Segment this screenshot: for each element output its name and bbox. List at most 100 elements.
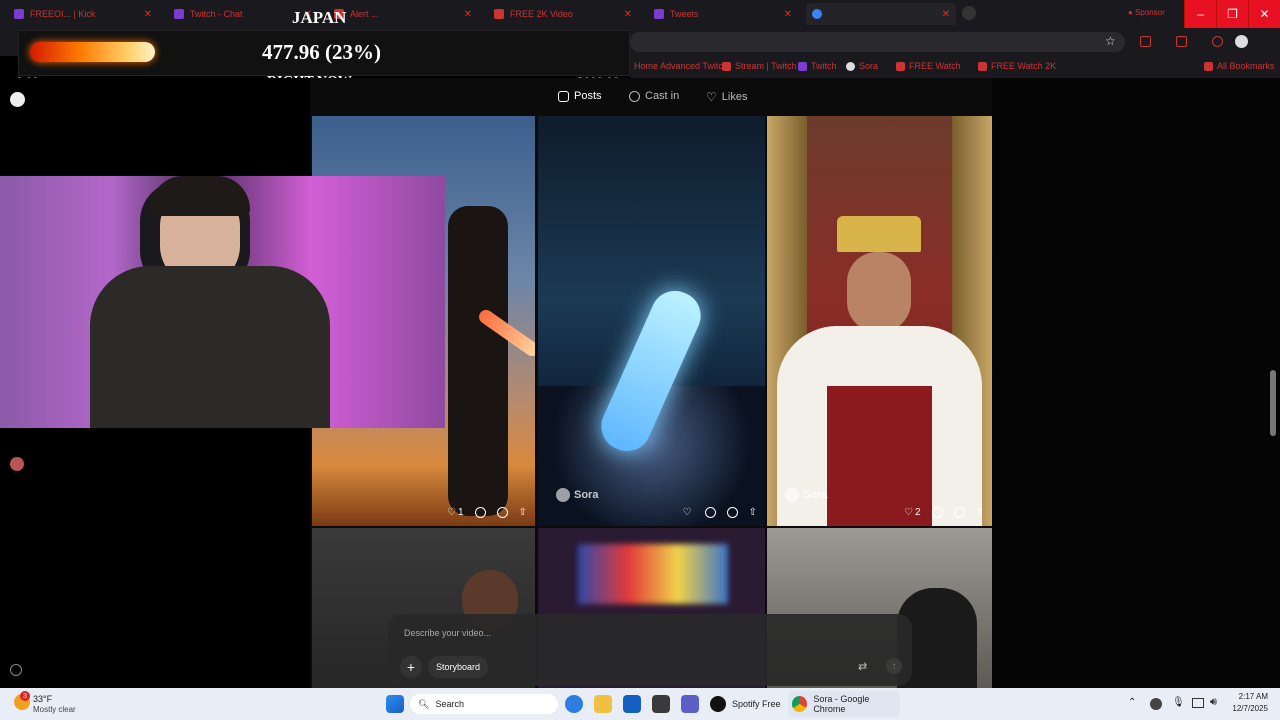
restore-icon[interactable]: ❐ <box>1216 0 1248 28</box>
video-thumbnail-pixel <box>578 544 728 604</box>
close-tab-icon[interactable]: ✕ <box>942 9 950 20</box>
tab-label: Posts <box>574 90 602 102</box>
goal-progress-bar <box>30 42 155 62</box>
cast-in-icon <box>629 90 640 102</box>
tab-label: Cast in <box>645 90 680 102</box>
extension-icon[interactable] <box>1176 36 1187 47</box>
minimize-icon[interactable]: – <box>1184 0 1216 28</box>
like-button[interactable]: ♡ 1 <box>447 507 464 518</box>
chevron-up-icon[interactable]: ⌃ <box>1128 697 1136 708</box>
sponsor-extension[interactable]: ● Sponsor <box>1128 8 1165 17</box>
close-tab-icon[interactable]: ✕ <box>144 9 152 20</box>
settings-icon[interactable] <box>10 664 22 676</box>
taskbar-spotify[interactable]: Spotify Free <box>710 693 781 715</box>
windows-taskbar: 3 33°F Mostly clear 🔍︎ Search Spotify Fr… <box>0 688 1280 720</box>
heart-icon: ♡ <box>706 90 717 104</box>
like-button[interactable]: ♡ <box>683 507 694 518</box>
extension-icon[interactable] <box>1212 36 1223 47</box>
search-icon: 🔍︎ <box>418 698 430 709</box>
tab-label: Alert ... <box>350 9 379 19</box>
posts-icon <box>558 90 569 102</box>
close-window-icon[interactable]: ✕ <box>1248 0 1280 28</box>
bookmark-icon <box>978 61 987 71</box>
bookmark-star-icon[interactable]: ☆ <box>1105 34 1116 48</box>
comment-icon[interactable] <box>931 507 943 518</box>
remix-icon[interactable] <box>496 507 508 518</box>
bookmark-item[interactable]: All Bookmarks <box>1204 61 1275 71</box>
bookmark-icon <box>896 61 905 71</box>
prompt-composer: Describe your video... + Storyboard ⇄ ↑ <box>388 614 912 686</box>
tab-label: Tweets <box>670 9 699 19</box>
store-icon[interactable] <box>652 695 670 713</box>
taskbar-search[interactable]: 🔍︎ Search <box>410 694 558 714</box>
close-tab-icon[interactable]: ✕ <box>784 9 792 20</box>
chrome-label: Sora - Google Chrome <box>813 694 870 714</box>
bookmark-item[interactable]: Twitch <box>798 61 837 71</box>
sora-logo-icon <box>556 488 570 502</box>
scrollbar[interactable] <box>1270 370 1276 436</box>
monitor-icon[interactable] <box>1192 698 1204 708</box>
prompt-input[interactable]: Describe your video... <box>404 628 491 638</box>
share-icon[interactable]: ⇧ <box>749 507 757 518</box>
clock-time[interactable]: 2:17 AM <box>1228 692 1268 701</box>
browser-tab-active[interactable]: ✕ <box>806 3 956 25</box>
tab-posts[interactable]: Posts <box>558 90 602 102</box>
submit-arrow-icon[interactable]: ↑ <box>886 658 902 674</box>
storyboard-button[interactable]: Storyboard <box>428 656 489 678</box>
bookmark-label: All Bookmarks <box>1217 61 1275 71</box>
chrome-icon <box>792 696 808 712</box>
volume-icon[interactable]: 🔊︎ <box>1210 696 1217 709</box>
bookmark-item[interactable]: Sora <box>846 61 878 71</box>
taskbar-chrome[interactable]: Sora - Google Chrome <box>788 691 900 717</box>
bookmark-item[interactable]: FREE Watch <box>896 61 961 71</box>
browser-tab[interactable]: Alert ... ✕ <box>328 3 478 25</box>
add-button[interactable]: + <box>400 656 422 678</box>
sora-logo-icon[interactable] <box>10 92 25 107</box>
new-tab-icon[interactable] <box>962 6 976 20</box>
comment-icon[interactable] <box>704 507 716 518</box>
close-tab-icon[interactable]: ✕ <box>464 9 472 20</box>
video-card[interactable]: Sora ♡ ⇧ <box>538 116 765 526</box>
edge-icon[interactable] <box>565 695 583 713</box>
tray-app-icon[interactable] <box>1150 698 1162 710</box>
watermark-label: Sora <box>574 489 599 501</box>
tab-cast-in[interactable]: Cast in <box>629 90 679 102</box>
extension-icon[interactable] <box>1140 36 1151 47</box>
tab-label: FREE 2K Video <box>510 9 573 19</box>
avatar[interactable] <box>10 457 24 471</box>
share-icon[interactable]: ⇧ <box>976 507 984 518</box>
start-icon[interactable] <box>386 695 404 713</box>
tab-favicon-icon <box>14 9 24 19</box>
tab-label: Likes <box>721 91 748 103</box>
clock-date[interactable]: 12/7/2025 <box>1226 704 1268 713</box>
browser-tab[interactable]: Tweets ✕ <box>648 3 798 25</box>
bookmark-item[interactable]: FREE Watch 2K <box>978 61 1056 71</box>
remix-icon[interactable] <box>953 507 965 518</box>
teams-icon[interactable] <box>681 695 699 713</box>
bookmark-item[interactable]: Stream | Twitch <box>722 61 797 71</box>
remix-icon[interactable] <box>726 507 738 518</box>
outlook-icon[interactable] <box>623 695 641 713</box>
file-explorer-icon[interactable] <box>594 695 612 713</box>
window-controls: – ❐ ✕ <box>1184 0 1280 28</box>
bookmark-icon <box>846 61 855 71</box>
settings-toggle-icon[interactable]: ⇄ <box>858 660 867 673</box>
like-count: 1 <box>458 507 464 518</box>
share-icon[interactable]: ⇧ <box>519 507 527 518</box>
bookmark-label: FREE Watch 2K <box>991 61 1057 71</box>
tab-favicon-icon <box>494 9 504 19</box>
heart-icon: ♡ <box>904 507 914 518</box>
sora-watermark: Sora <box>556 488 598 502</box>
bookmark-item[interactable]: Home Advanced Twitch <box>634 61 728 71</box>
microphone-icon[interactable]: 🎙︎ <box>1172 697 1185 708</box>
heart-icon: ♡ <box>682 507 692 518</box>
address-input[interactable] <box>630 32 1125 52</box>
close-tab-icon[interactable]: ✕ <box>624 9 632 20</box>
browser-tab[interactable]: FREEOI... | Kick ✕ <box>8 3 158 25</box>
profile-avatar[interactable] <box>1235 35 1248 48</box>
browser-tab[interactable]: FREE 2K Video ✕ <box>488 3 638 25</box>
tab-likes[interactable]: ♡ Likes <box>706 90 747 104</box>
like-button[interactable]: ♡ 2 <box>904 507 921 518</box>
video-card[interactable]: Sora ♡ 2 ⇧ <box>767 116 992 526</box>
comment-icon[interactable] <box>474 507 486 518</box>
